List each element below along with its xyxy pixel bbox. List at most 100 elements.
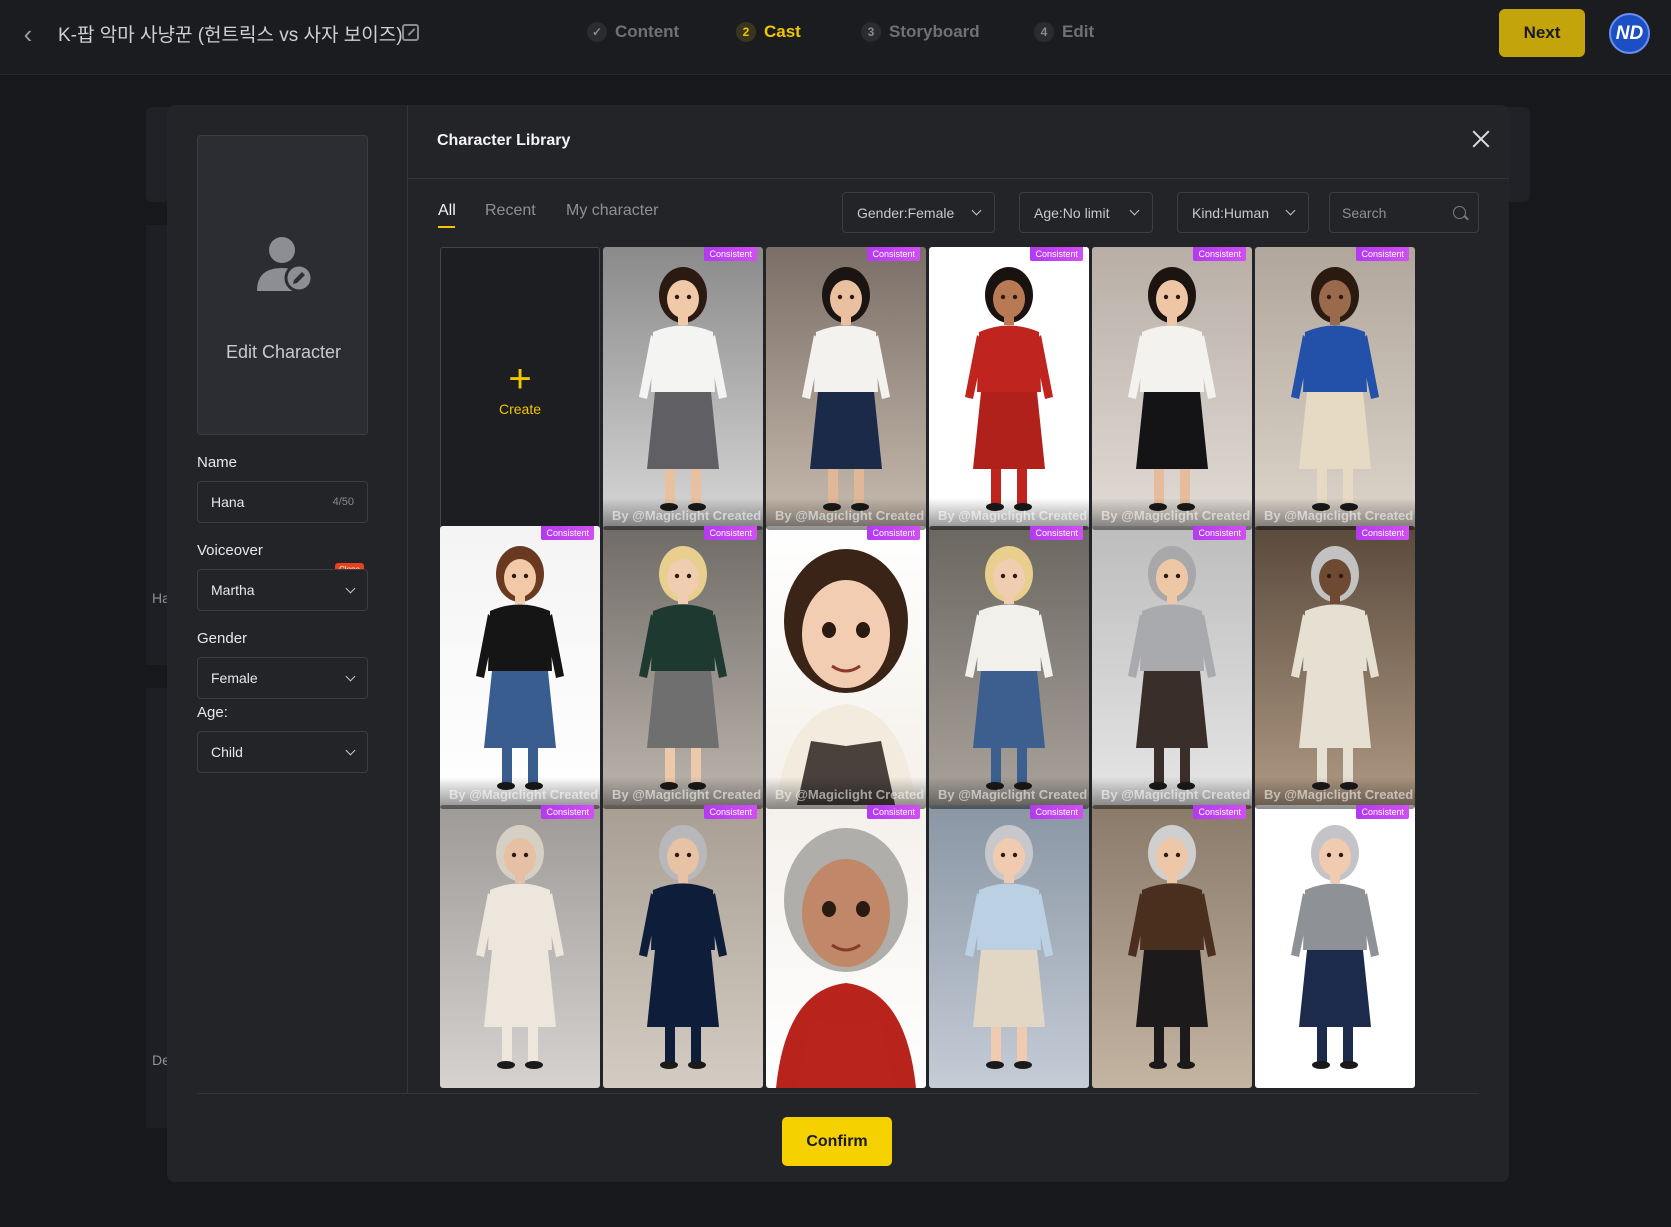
consistent-badge: Consistent [704,526,757,540]
search-input[interactable] [1342,204,1442,221]
character-card[interactable]: Consistent By @Magiclight Created [766,247,926,530]
gender-select[interactable]: Female [197,657,368,699]
step-number: 3 [861,22,881,42]
character-card[interactable]: Consistent By @Magiclight Created [603,247,763,530]
character-elderly-woman-white-robe-icon [1255,526,1415,809]
search-box[interactable] [1329,192,1479,233]
consistent-badge: Consistent [541,526,594,540]
character-woman-cream-blouse-portrait-icon [766,526,926,809]
top-bar: ‹ K-팝 악마 사냥꾼 (헌트릭스 vs 사자 보이즈) ✓ Content … [0,0,1671,75]
chevron-down-icon [971,205,982,216]
character-card[interactable]: Consistent By @Magiclight Created [929,526,1089,809]
avatar[interactable]: ND [1609,13,1650,54]
character-card[interactable]: Consistent By @Magiclight Created [1255,247,1415,530]
gender-value: Female [211,670,258,686]
character-young-woman-red-outfit-icon [929,247,1089,530]
character-card[interactable]: Consistent By @Magiclight Created [1092,526,1252,809]
character-card[interactable]: Consistent By @Magiclight Created [603,526,763,809]
confirm-button[interactable]: Confirm [782,1117,892,1166]
gender-filter-label: Gender:Female [857,204,955,221]
character-young-woman-navy-skirt-icon [766,247,926,530]
character-card[interactable]: Consistent By @Magiclight Created [929,247,1089,530]
edit-character-label: Edit Character [225,342,342,362]
character-card[interactable]: Consistent By @Magiclight Created [1255,526,1415,809]
step-storyboard[interactable]: 3 Storyboard [861,22,980,42]
consistent-badge: Consistent [704,247,757,261]
character-blonde-woman-green-sweater-icon [603,526,763,809]
character-card[interactable]: Consistent [929,805,1089,1088]
project-title: K-팝 악마 사냥꾼 (헌트릭스 vs 사자 보이즈) [58,25,403,46]
consistent-badge: Consistent [1356,526,1409,540]
consistent-badge: Consistent [867,247,920,261]
character-young-woman-black-skirt-icon [1092,247,1252,530]
back-arrow-icon[interactable]: ‹ [16,19,40,49]
character-library-modal: Edit Character Name Hana 4/50 Voiceover … [167,105,1509,1182]
close-icon[interactable] [1467,125,1495,153]
step-content[interactable]: ✓ Content [587,22,679,42]
character-elderly-woman-navy-embroidered-dress-icon [603,805,763,1088]
consistent-badge: Consistent [1030,247,1083,261]
chevron-down-icon [1285,205,1296,216]
step-label: Cast [764,22,801,41]
consistent-badge: Consistent [1356,805,1409,819]
character-elderly-woman-grey-sweater-icon [1092,526,1252,809]
footer-divider [197,1093,1479,1094]
gender-filter[interactable]: Gender:Female [842,192,995,233]
edit-title-icon[interactable] [402,24,419,41]
character-card[interactable]: Consistent [440,805,600,1088]
create-character-card[interactable]: + Create [440,247,600,530]
character-card[interactable]: Consistent [603,805,763,1088]
age-select[interactable]: Child [197,731,368,773]
age-label: Age: [197,704,228,721]
age-value: Child [211,744,243,760]
character-card[interactable]: Consistent By @Magiclight Created [1092,247,1252,530]
tab-my-character[interactable]: My character [566,202,658,220]
check-icon: ✓ [587,22,607,42]
step-label: Storyboard [889,22,980,41]
header-divider [408,178,1509,179]
character-elderly-woman-grey-sweater-navy-skirt-icon [1255,805,1415,1088]
consistent-badge: Consistent [1193,247,1246,261]
consistent-badge: Consistent [867,526,920,540]
character-card[interactable]: Consistent By @Magiclight Created [440,526,600,809]
active-tab-indicator [438,226,455,228]
edit-character-card[interactable]: Edit Character [197,135,368,435]
create-label: Create [498,400,542,417]
consistent-badge: Consistent [867,805,920,819]
character-card[interactable]: Consistent [1255,805,1415,1088]
character-elderly-woman-red-sari-portrait-icon [766,805,926,1088]
next-button[interactable]: Next [1499,9,1585,57]
voiceover-label: Voiceover [197,542,263,559]
name-label: Name [197,454,238,471]
character-card[interactable]: Consistent [766,805,926,1088]
modal-title: Character Library [437,132,571,149]
character-grid: + Create Consistent By @Magiclight Create… [440,247,1480,1093]
character-elderly-woman-light-blue-cardigan-icon [929,805,1089,1088]
gender-label: Gender [197,630,248,647]
character-card[interactable]: Consistent By @Magiclight Created [766,526,926,809]
name-field[interactable]: Hana 4/50 [197,481,368,523]
voiceover-value: Martha [211,582,255,598]
consistent-badge: Consistent [541,805,594,819]
character-young-woman-blue-top-wide-pants-icon [1255,247,1415,530]
chevron-down-icon [345,583,356,593]
person-edit-icon [257,237,314,293]
step-cast[interactable]: 2 Cast [736,22,801,42]
character-girl-black-tee-jeans-icon [440,526,600,809]
tab-all[interactable]: All [438,202,456,220]
plus-icon: + [508,356,532,401]
search-icon[interactable] [1453,206,1466,219]
kind-filter[interactable]: Kind:Human [1177,192,1309,233]
character-young-woman-white-blouse-grey-skirt-icon [603,247,763,530]
voiceover-select[interactable]: Martha [197,569,368,611]
character-elderly-woman-brown-cardigan-icon [1092,805,1252,1088]
name-char-count: 4/50 [332,496,354,508]
character-elderly-woman-white-hijab-icon [440,805,600,1088]
step-edit[interactable]: 4 Edit [1034,22,1094,42]
step-label: Content [615,22,680,41]
consistent-badge: Consistent [704,805,757,819]
age-filter[interactable]: Age:No limit [1019,192,1153,233]
character-editor-pane: Edit Character Name Hana 4/50 Voiceover … [167,105,408,1093]
tab-recent[interactable]: Recent [485,202,536,220]
character-card[interactable]: Consistent [1092,805,1252,1088]
